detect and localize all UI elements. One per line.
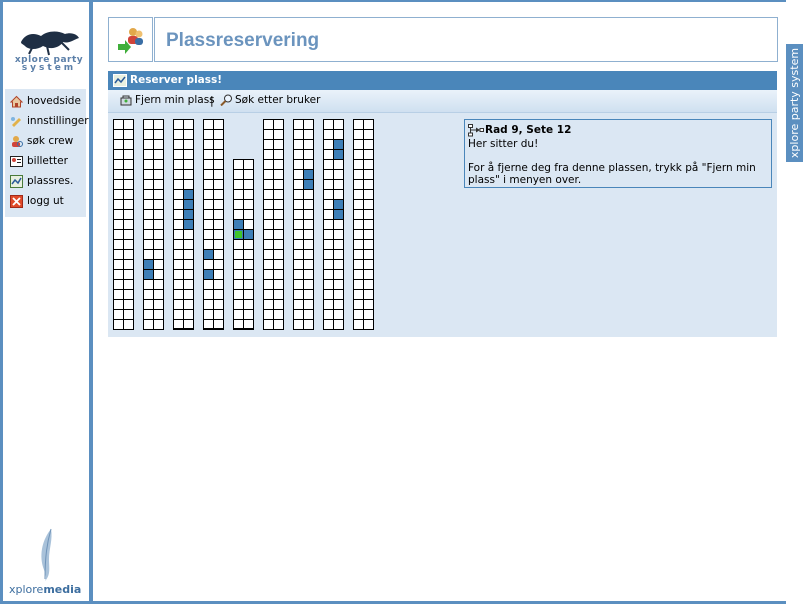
sidebar-item-logg-ut[interactable]: logg ut xyxy=(10,193,64,209)
seat-row-6 xyxy=(263,119,284,330)
sidebar-item-label: hovedside xyxy=(27,95,81,107)
seat-row-3 xyxy=(173,119,194,330)
brand-feather-icon xyxy=(41,528,52,581)
seat-info-title: Rad 9, Sete 12 xyxy=(485,124,572,136)
sidebar-item-label: billetter xyxy=(27,155,68,167)
seat-row-7 xyxy=(293,119,314,330)
logo: xplore party system xyxy=(13,28,85,76)
search-icon xyxy=(220,94,232,106)
sidebar-menu: hovedside innstillinger søk crew billett… xyxy=(5,89,89,217)
ticket-icon xyxy=(10,155,23,168)
sidebar: xplore party system hovedside innstillin… xyxy=(3,2,89,601)
sidebar-item-billetter[interactable]: billetter xyxy=(10,153,68,169)
seat-row-9 xyxy=(353,119,374,330)
page-header: Plassreservering xyxy=(154,17,778,62)
seat-row-8 xyxy=(323,119,344,330)
brand-logo: xploremedia xyxy=(3,527,89,597)
logo-line2: system xyxy=(21,63,77,73)
seat[interactable] xyxy=(333,319,344,330)
settings-icon xyxy=(10,115,23,128)
seat-row-2 xyxy=(143,119,164,330)
row-end-line xyxy=(203,328,223,329)
panel-title-bar: Reserver plass! xyxy=(108,71,777,90)
remove-seat-button[interactable]: Fjern min plass xyxy=(120,94,215,106)
frame-divider xyxy=(89,0,93,604)
search-user-button[interactable]: Søk etter bruker xyxy=(220,94,320,106)
seat[interactable] xyxy=(273,319,284,330)
seat-reservation-icon xyxy=(10,174,23,188)
home-icon xyxy=(9,95,24,108)
crew-search-icon xyxy=(10,135,23,148)
seat-info-help: For å fjerne deg fra denne plassen, tryk… xyxy=(468,162,756,186)
header-icon-box xyxy=(108,17,153,62)
remove-seat-label: Fjern min plass xyxy=(135,94,215,106)
frame-top xyxy=(0,0,803,2)
seat-row-1 xyxy=(113,119,134,330)
row-end-line xyxy=(173,328,193,329)
sidebar-item-label: plassres. xyxy=(27,175,74,187)
sidebar-item-label: søk crew xyxy=(27,135,74,147)
seat[interactable] xyxy=(153,319,164,330)
sidebar-item-plassres[interactable]: plassres. xyxy=(10,173,73,189)
side-tab: xplore party system xyxy=(786,44,803,162)
remove-seat-icon xyxy=(120,95,132,106)
seat[interactable] xyxy=(303,319,314,330)
sidebar-item-innstillinger[interactable]: innstillinger xyxy=(10,113,89,129)
seat[interactable] xyxy=(363,319,374,330)
sidebar-item-label: innstillinger xyxy=(27,115,89,127)
side-tab-label: xplore party system xyxy=(788,47,801,159)
logout-icon xyxy=(10,194,23,208)
sidebar-item-hovedside[interactable]: hovedside xyxy=(9,93,81,109)
brand-suffix: media xyxy=(43,583,82,596)
brand-prefix: xplore xyxy=(9,583,44,596)
sidebar-item-sok-crew[interactable]: søk crew xyxy=(10,133,73,149)
logo-mark-icon xyxy=(21,31,79,56)
sidebar-item-label: logg ut xyxy=(27,195,64,207)
seat-reservation-icon xyxy=(113,74,127,87)
seat[interactable] xyxy=(123,319,134,330)
toolbar: Fjern min plass | Søk etter bruker xyxy=(108,90,777,113)
seat-info-status: Her sitter du! xyxy=(468,138,539,150)
search-user-label: Søk etter bruker xyxy=(235,94,321,106)
toolbar-separator: | xyxy=(210,94,214,107)
panel-title: Reserver plass! xyxy=(130,74,223,86)
seat-row-4 xyxy=(203,119,224,330)
seat-info-box: Rad 9, Sete 12 Her sitter du! For å fjer… xyxy=(464,119,772,188)
seat-row-5 xyxy=(233,159,254,330)
page-title: Plassreservering xyxy=(166,30,320,51)
users-reservation-icon xyxy=(118,28,143,54)
seat-tree-icon xyxy=(468,124,484,137)
row-end-line xyxy=(233,328,253,329)
